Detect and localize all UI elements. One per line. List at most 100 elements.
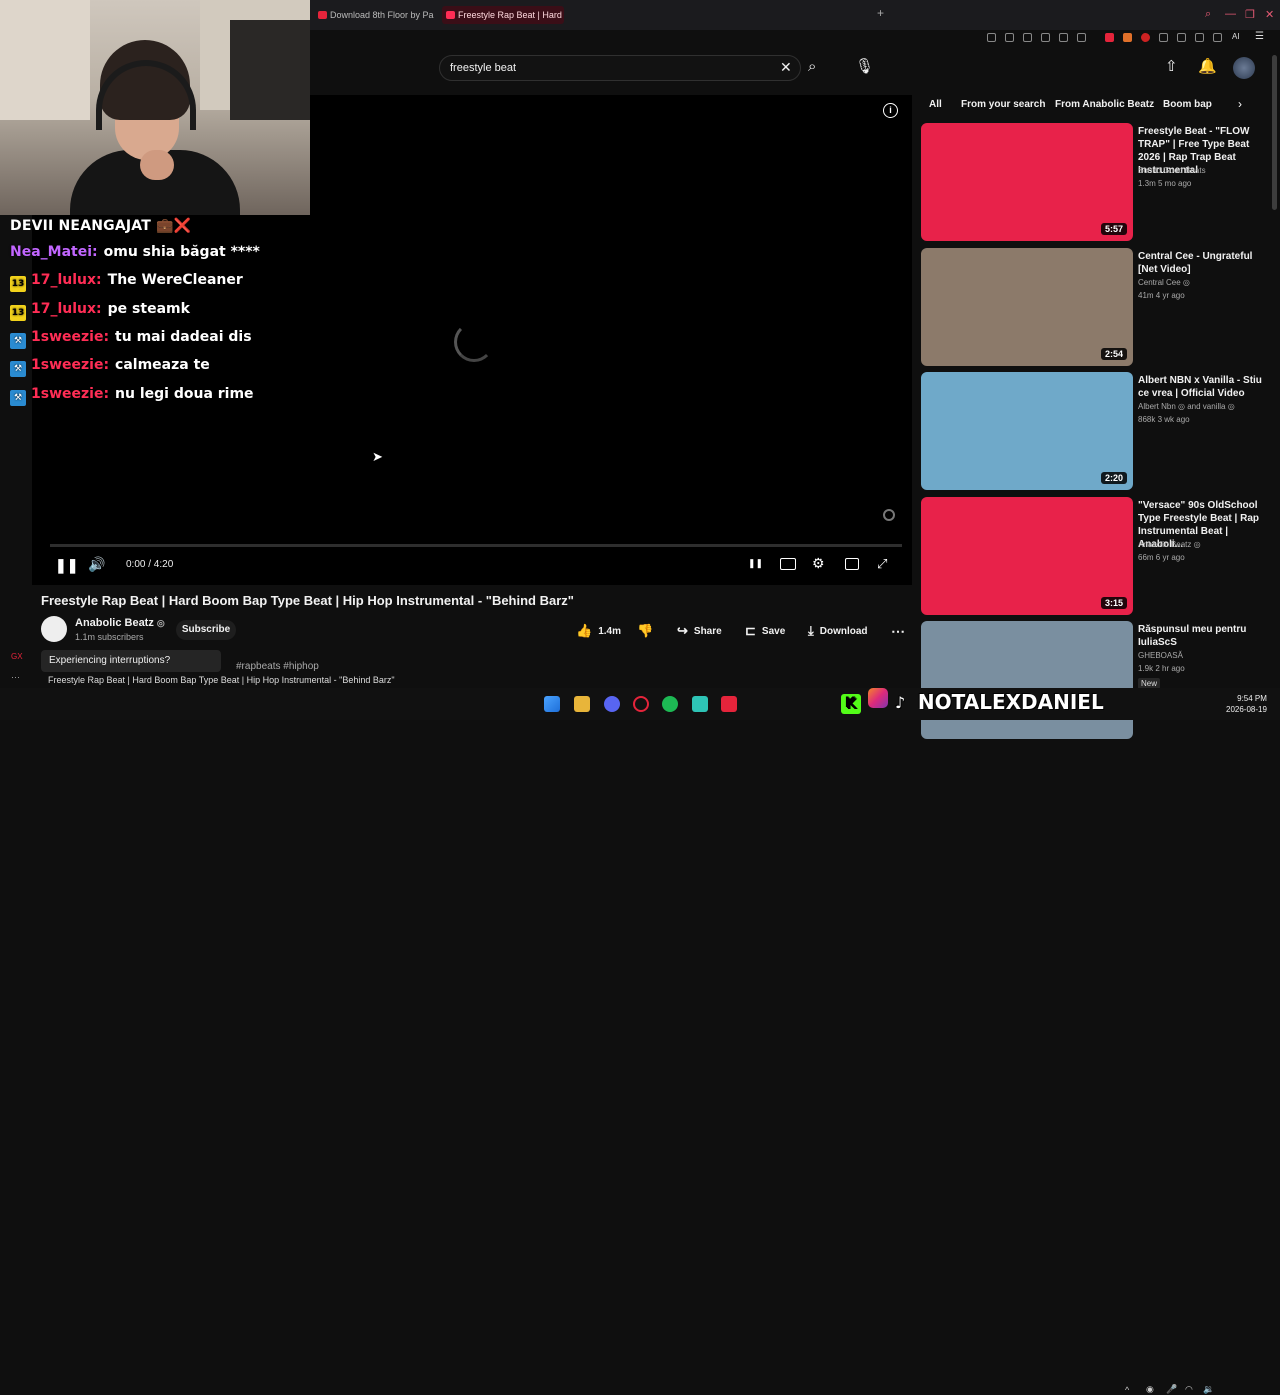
recommendation-title[interactable]: Albert NBN x Vanilla - Stiu ce vrea | Of…	[1138, 374, 1270, 400]
clear-search-icon[interactable]: ✕	[780, 59, 792, 76]
shield-icon[interactable]	[1159, 33, 1168, 42]
pause-small-icon[interactable]: ❚❚	[748, 558, 763, 569]
heart-icon[interactable]	[1077, 33, 1086, 42]
recommendation-title[interactable]: Central Cee - Ungrateful [Net Video]	[1138, 250, 1270, 276]
share-button[interactable]: ↪ Share	[677, 621, 722, 641]
maximize-icon[interactable]: ❐	[1245, 8, 1255, 21]
extension-icon[interactable]	[1123, 33, 1132, 42]
video-description: Freestyle Rap Beat | Hard Boom Bap Type …	[48, 675, 395, 685]
windows-start-icon[interactable]	[544, 696, 560, 712]
microphone-icon[interactable]: 🎙	[855, 57, 874, 75]
extension-icon[interactable]	[1023, 33, 1032, 42]
recommendation-card[interactable]: 2:20 Albert NBN x Vanilla - Stiu ce vrea …	[921, 372, 1273, 490]
volume-icon[interactable]: 🔊	[88, 556, 105, 573]
browser-tab-bar: Download 8th Floor by Pak Freestyle Rap …	[310, 0, 1280, 30]
search-input[interactable]: freestyle beat	[450, 62, 516, 74]
extension-icon[interactable]	[987, 33, 996, 42]
browser-tab[interactable]: Download 8th Floor by Pak	[314, 6, 434, 24]
subscribe-button[interactable]: Subscribe	[176, 620, 236, 640]
account-avatar[interactable]	[1233, 57, 1255, 79]
extension-icon[interactable]	[1005, 33, 1014, 42]
puzzle-icon[interactable]	[1177, 33, 1186, 42]
more-icon[interactable]: ···	[11, 672, 20, 682]
recommendation-card[interactable]: 2:54 Central Cee - Ungrateful [Net Video]…	[921, 247, 1273, 366]
file-explorer-icon[interactable]	[574, 696, 590, 712]
pause-icon[interactable]: ❚❚	[55, 557, 78, 574]
tray-chevron-icon[interactable]: ^	[1125, 1385, 1129, 1395]
recommendation-channel[interactable]: Central Cee ◎	[1138, 278, 1190, 287]
video-thumbnail[interactable]	[921, 621, 1133, 739]
recommendation-card[interactable]: 3:15 "Versace" 90s OldSchool Type Freesty…	[921, 496, 1273, 615]
chip-boom-bap[interactable]: Boom bap	[1163, 97, 1212, 113]
recommendation-card[interactable]: Răspunsul meu pentru IuliaScS GHEBOASĂ 1.9…	[921, 621, 1273, 739]
spotify-icon[interactable]	[662, 696, 678, 712]
more-actions-icon[interactable]: ⋯	[891, 621, 905, 641]
extension-icon[interactable]	[1213, 33, 1222, 42]
like-button[interactable]: 👍 1.4m	[576, 621, 621, 641]
tray-mic-icon[interactable]: 🎤	[1166, 1384, 1177, 1395]
menu-icon[interactable]: ☰	[1255, 31, 1264, 42]
video-thumbnail[interactable]: 5:57	[921, 123, 1133, 241]
opera-gx-icon[interactable]	[633, 696, 649, 712]
upload-icon[interactable]: ⇧	[1165, 57, 1178, 75]
miniplayer-icon[interactable]	[845, 558, 859, 570]
recommendation-channel[interactable]: Sound Good Beats	[1138, 166, 1206, 175]
recommendation-title[interactable]: Răspunsul meu pentru IuliaScS	[1138, 623, 1270, 649]
close-window-icon[interactable]: ✕	[1265, 8, 1274, 21]
chat-username: 1sweezie:	[31, 328, 110, 345]
chevron-right-icon[interactable]: ›	[1238, 97, 1242, 111]
streamer-name: NOTALEXDANIEL	[917, 690, 1104, 714]
notifications-bell-icon[interactable]: 🔔	[1198, 57, 1217, 75]
settings-gear-icon[interactable]: ⚙	[812, 555, 825, 572]
chat-message: Nea_Matei: omu shia băgat ****	[10, 244, 260, 264]
speaker-icon[interactable]: 🔉	[1203, 1384, 1214, 1395]
download-button[interactable]: ⤓ Download	[808, 621, 868, 641]
progress-bar[interactable]	[50, 544, 902, 547]
chip-from-your-search[interactable]: From your search	[961, 97, 1045, 113]
app-icon[interactable]	[692, 696, 708, 712]
save-button[interactable]: ⊏ Save	[745, 621, 785, 641]
interruptions-prompt[interactable]: Experiencing interruptions?	[41, 650, 221, 672]
gx-icon[interactable]: GX	[11, 652, 23, 661]
scrollbar[interactable]	[1272, 55, 1277, 210]
duration-badge: 2:20	[1100, 472, 1127, 484]
tiktok-logo-icon: ♪	[894, 693, 906, 712]
extension-icon[interactable]	[1141, 33, 1150, 42]
search-icon[interactable]: ⌕	[808, 58, 816, 75]
chat-message: 13 17_lulux: pe steamk	[10, 301, 190, 321]
video-thumbnail[interactable]: 2:20	[921, 372, 1133, 490]
browser-tab-active[interactable]: Freestyle Rap Beat | Hard B	[442, 6, 564, 24]
recommendation-channel[interactable]: Albert Nbn ◎ and vanilla ◎	[1138, 402, 1235, 411]
dislike-button[interactable]: 👎	[637, 621, 659, 641]
recommendation-channel[interactable]: Anabolic Beatz ◎	[1138, 540, 1201, 549]
video-thumbnail[interactable]: 2:54	[921, 247, 1133, 366]
download-icon[interactable]	[1195, 33, 1204, 42]
channel-avatar[interactable]	[41, 616, 67, 642]
wifi-icon[interactable]: ◠	[1185, 1384, 1193, 1395]
tray-app-icon[interactable]: ◉	[1146, 1384, 1154, 1395]
tiktok-app-icon[interactable]	[721, 696, 737, 712]
info-icon[interactable]: i	[883, 103, 898, 118]
discord-icon[interactable]	[604, 696, 620, 712]
video-thumbnail[interactable]: 3:15	[921, 496, 1133, 615]
recommendation-card[interactable]: 5:57 Freestyle Beat - "FLOW TRAP" | Free …	[921, 123, 1273, 241]
search-bar[interactable]: freestyle beat ✕	[439, 55, 801, 81]
system-clock[interactable]: 9:54 PM 2026-08-19	[1226, 693, 1267, 715]
minimize-icon[interactable]: —	[1225, 8, 1236, 20]
translate-icon[interactable]	[1041, 33, 1050, 42]
play-icon[interactable]	[1059, 33, 1068, 42]
moderator-badge-icon: ⚒	[10, 361, 26, 378]
chip-all[interactable]: All	[929, 97, 942, 113]
extension-icon[interactable]	[1105, 33, 1114, 42]
recommendation-channel[interactable]: GHEBOASĂ	[1138, 651, 1183, 660]
chip-from-channel[interactable]: From Anabolic Beatz	[1055, 97, 1154, 113]
captions-icon[interactable]	[780, 558, 796, 570]
video-tags[interactable]: #rapbeats #hiphop	[236, 661, 319, 672]
ai-label[interactable]: AI	[1232, 32, 1240, 41]
new-tab-icon[interactable]: +	[877, 6, 884, 20]
fullscreen-icon[interactable]: ⤢	[877, 556, 887, 572]
tab-label: Download 8th Floor by Pak	[330, 10, 434, 20]
search-tabs-icon[interactable]: ⌕	[1205, 8, 1211, 21]
channel-name[interactable]: Anabolic Beatz ◎	[75, 617, 165, 629]
chat-message: 13 17_lulux: The WereCleaner	[10, 272, 243, 293]
